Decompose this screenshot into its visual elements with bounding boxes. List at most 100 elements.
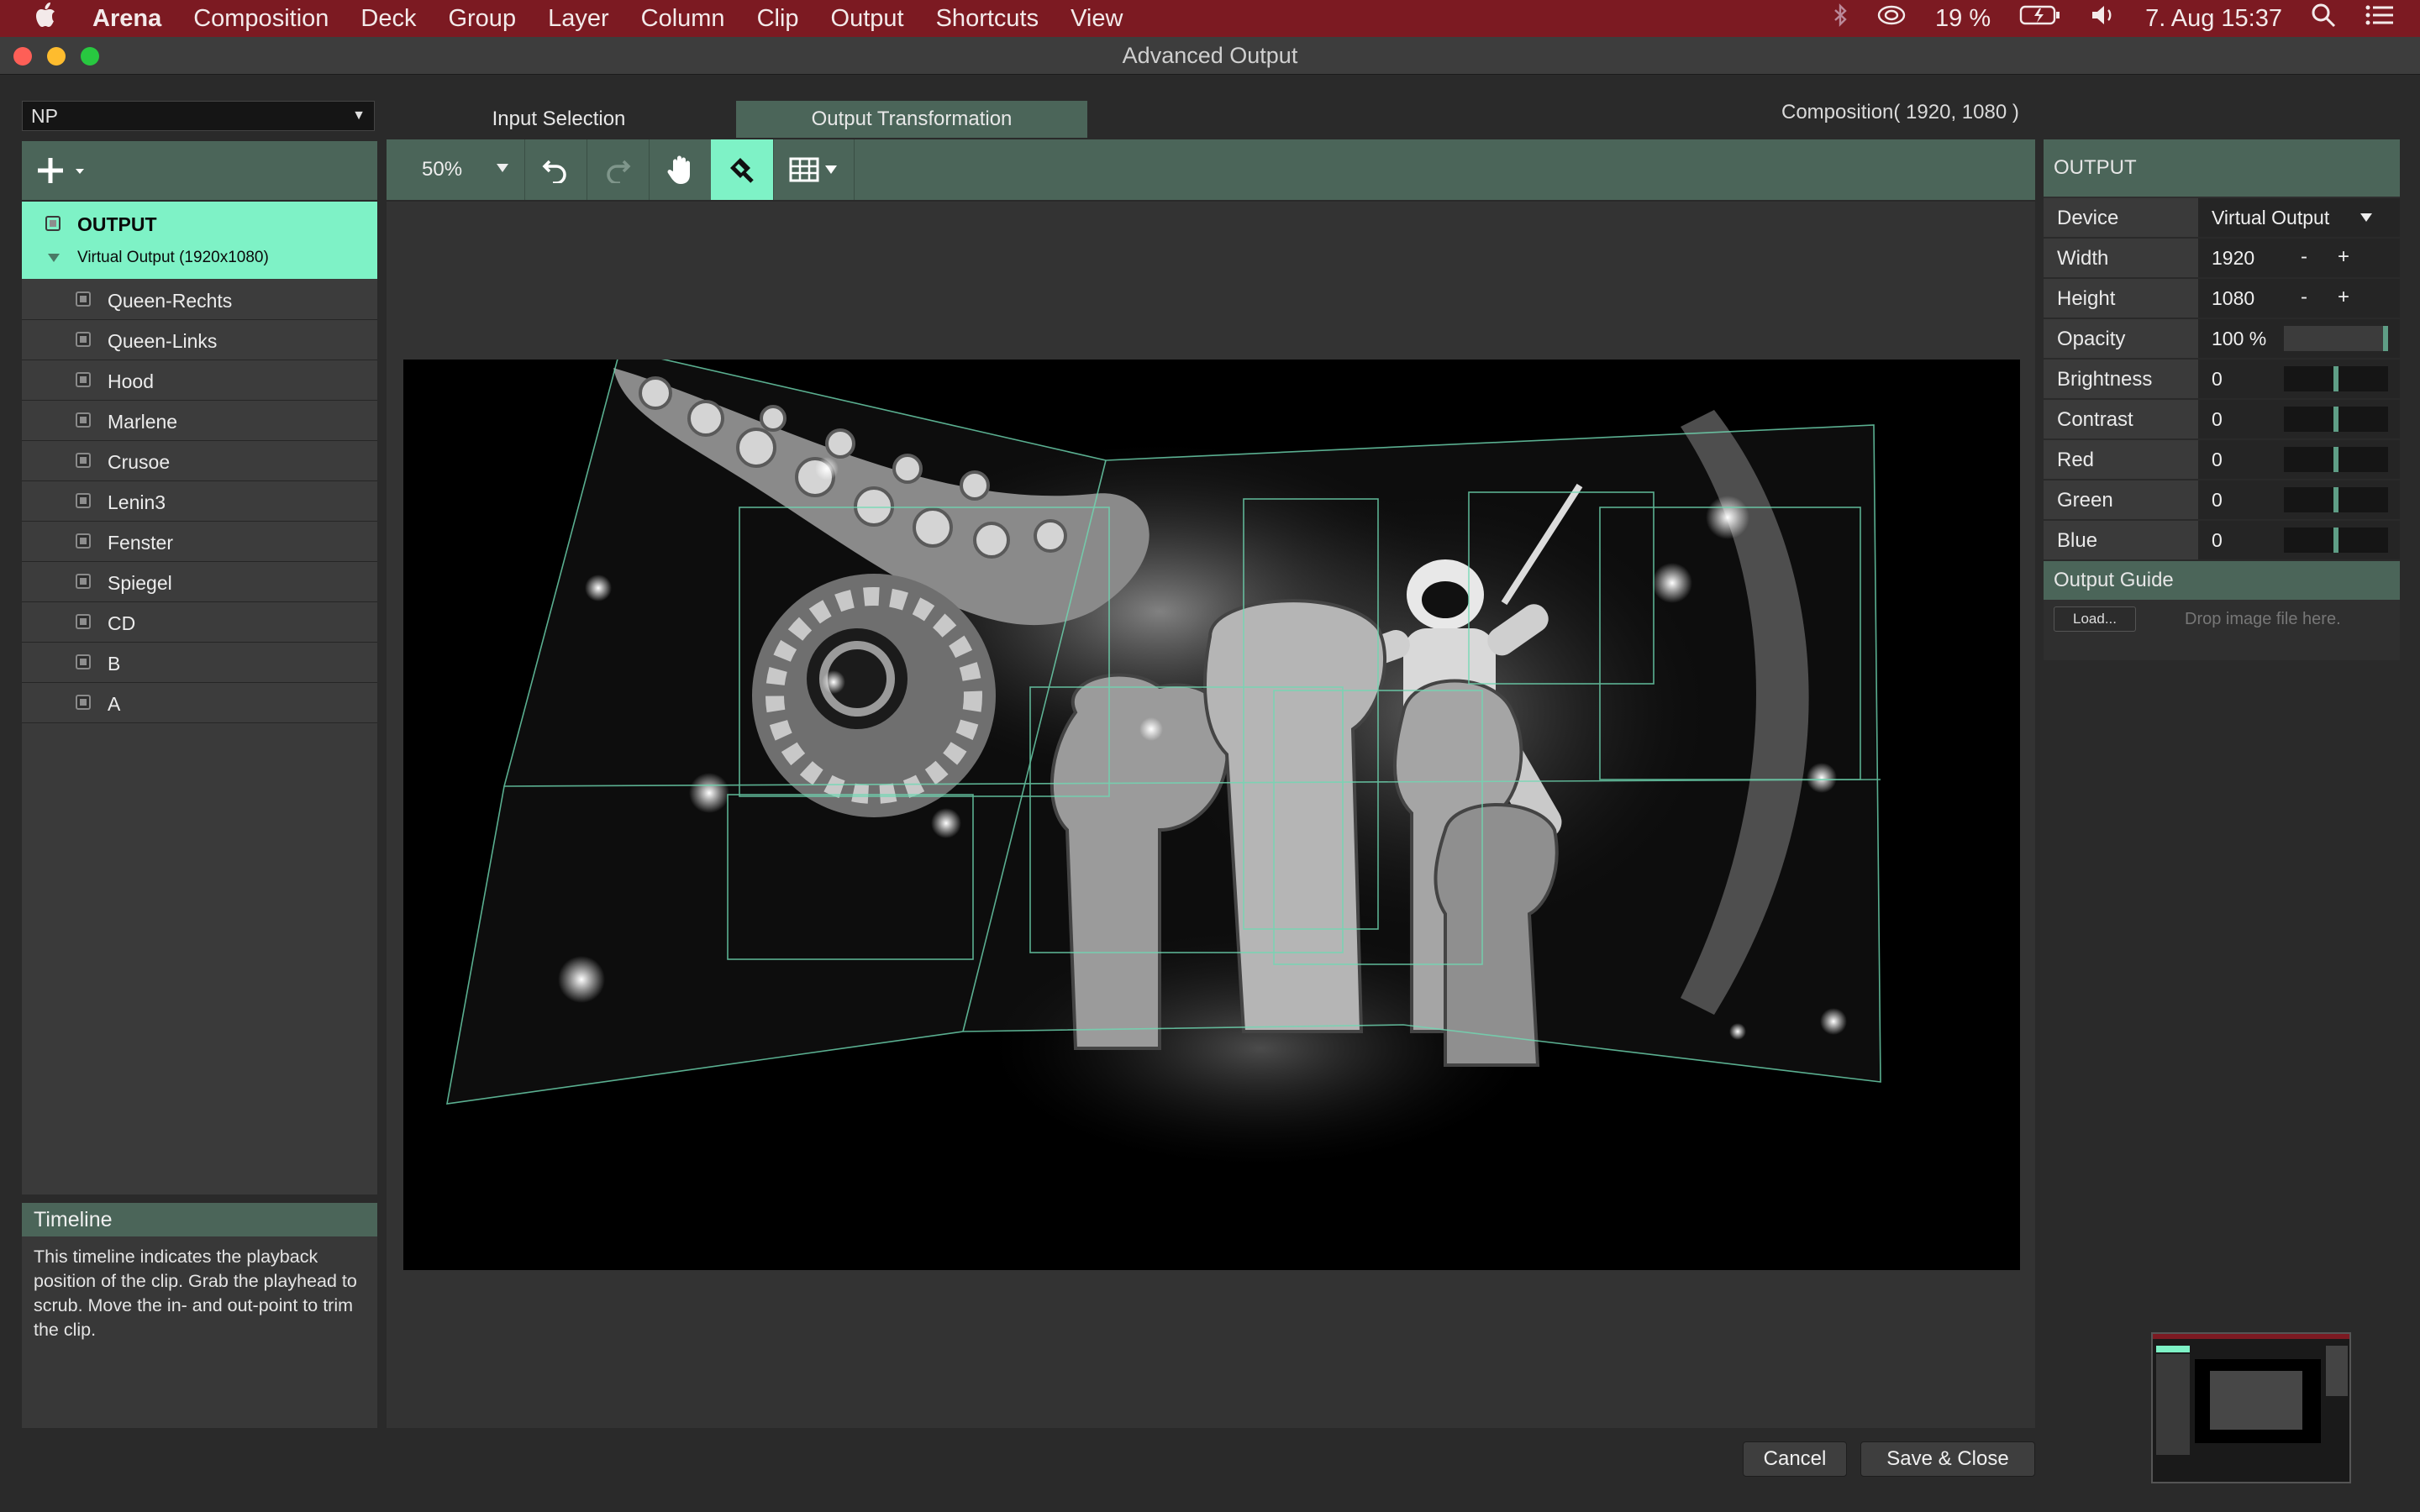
slice-row[interactable]: Marlene	[22, 401, 377, 441]
brightness-row: Brightness 0	[2044, 360, 2400, 400]
red-slider[interactable]	[2284, 447, 2388, 472]
slice-row[interactable]: Lenin3	[22, 481, 377, 522]
width-value: 1920	[2212, 247, 2255, 269]
width-increment-button[interactable]: +	[2338, 245, 2349, 269]
slice-row[interactable]: Crusoe	[22, 441, 377, 481]
output-guide-title: Output Guide	[2044, 561, 2400, 600]
slider-knob[interactable]	[2333, 487, 2338, 512]
collapse-triangle-icon[interactable]	[47, 252, 60, 267]
creative-cloud-icon[interactable]	[1876, 3, 1907, 34]
slice-checkbox[interactable]	[76, 533, 91, 549]
slice-checkbox[interactable]	[76, 493, 91, 508]
output-guide-row: Load... Drop image file here.	[2044, 600, 2400, 637]
slice-label: Lenin3	[108, 491, 166, 513]
notification-center-icon[interactable]	[2365, 4, 2395, 33]
menu-column[interactable]: Column	[641, 5, 725, 33]
slice-checkbox[interactable]	[76, 332, 91, 347]
slice-checkbox[interactable]	[76, 695, 91, 710]
slice-toolbar	[22, 141, 377, 200]
menu-view[interactable]: View	[1071, 5, 1123, 33]
slice-label: Crusoe	[108, 451, 171, 473]
menu-layer[interactable]: Layer	[548, 5, 609, 33]
transform-tool-button[interactable]	[711, 139, 774, 200]
output-preview[interactable]	[403, 349, 2020, 1270]
apple-icon[interactable]	[34, 1, 67, 36]
slice-row[interactable]: Queen-Rechts	[22, 280, 377, 320]
height-increment-button[interactable]: +	[2338, 286, 2349, 309]
slice-row[interactable]: Spiegel	[22, 562, 377, 602]
menu-shortcuts[interactable]: Shortcuts	[936, 5, 1039, 33]
menu-group[interactable]: Group	[448, 5, 516, 33]
opacity-label: Opacity	[2057, 328, 2126, 350]
slice-row[interactable]: CD	[22, 602, 377, 643]
contrast-value: 0	[2212, 408, 2223, 430]
app-menu[interactable]: Arena	[92, 5, 161, 33]
spotlight-search-icon[interactable]	[2311, 3, 2336, 34]
tab-output-transformation[interactable]: Output Transformation	[736, 101, 1087, 138]
window-thumbnail[interactable]	[2151, 1332, 2351, 1483]
menu-composition[interactable]: Composition	[193, 5, 329, 33]
timeline-help-text: This timeline indicates the playback pos…	[22, 1236, 377, 1428]
slice-checkbox[interactable]	[76, 654, 91, 669]
slider-knob[interactable]	[2333, 366, 2338, 391]
battery-icon[interactable]	[2019, 4, 2061, 33]
slider-knob[interactable]	[2333, 528, 2338, 553]
output-node[interactable]: OUTPUT Virtual Output (1920x1080)	[22, 202, 377, 279]
device-select[interactable]: Virtual Output	[2198, 198, 2400, 237]
slice-label: Queen-Links	[108, 330, 218, 352]
opacity-slider[interactable]	[2284, 326, 2388, 351]
volume-icon[interactable]	[2090, 3, 2117, 34]
contrast-slider[interactable]	[2284, 407, 2388, 432]
zoom-select[interactable]: 50%	[387, 139, 525, 200]
guide-drop-zone[interactable]: Drop image file here.	[2185, 610, 2341, 629]
green-label: Green	[2057, 489, 2113, 512]
slice-row[interactable]: Hood	[22, 360, 377, 401]
pan-tool-button[interactable]	[649, 139, 712, 200]
undo-button[interactable]	[524, 139, 587, 200]
slice-label: Queen-Rechts	[108, 290, 233, 312]
close-window-button[interactable]	[13, 47, 32, 66]
slice-checkbox[interactable]	[76, 291, 91, 307]
menu-deck[interactable]: Deck	[360, 5, 416, 33]
height-field[interactable]: 1080	[2198, 279, 2400, 318]
output-checkbox[interactable]	[45, 216, 60, 231]
clock[interactable]: 7. Aug 15:37	[2145, 5, 2282, 33]
add-slice-button[interactable]	[37, 155, 91, 188]
brightness-slider[interactable]	[2284, 366, 2388, 391]
grid-options-button[interactable]	[773, 139, 855, 200]
slice-row[interactable]: Fenster	[22, 522, 377, 562]
height-decrement-button[interactable]: -	[2301, 286, 2307, 309]
slice-row[interactable]: Queen-Links	[22, 320, 377, 360]
slice-checkbox[interactable]	[76, 574, 91, 589]
preset-select[interactable]: NP ▼	[22, 101, 375, 131]
slider-knob[interactable]	[2333, 447, 2338, 472]
minimize-window-button[interactable]	[47, 47, 66, 66]
slider-knob[interactable]	[2333, 407, 2338, 432]
zoom-window-button[interactable]	[81, 47, 99, 66]
slice-checkbox[interactable]	[76, 412, 91, 428]
device-value: Virtual Output	[2212, 207, 2330, 228]
menu-clip[interactable]: Clip	[757, 5, 799, 33]
slice-checkbox[interactable]	[76, 372, 91, 387]
chevron-down-icon	[825, 165, 837, 174]
save-close-button[interactable]: Save & Close	[1860, 1441, 2035, 1477]
green-slider[interactable]	[2284, 487, 2388, 512]
slice-checkbox[interactable]	[76, 614, 91, 629]
bluetooth-icon[interactable]	[1833, 3, 1848, 34]
slider-knob[interactable]	[2383, 326, 2388, 351]
slice-row[interactable]: A	[22, 683, 377, 723]
load-guide-button[interactable]: Load...	[2054, 606, 2136, 632]
blue-slider[interactable]	[2284, 528, 2388, 553]
cancel-button[interactable]: Cancel	[1743, 1441, 1847, 1477]
slice-checkbox[interactable]	[76, 453, 91, 468]
menu-output[interactable]: Output	[831, 5, 904, 33]
width-decrement-button[interactable]: -	[2301, 245, 2307, 269]
width-field[interactable]: 1920	[2198, 239, 2400, 277]
redo-button[interactable]	[587, 139, 650, 200]
device-row: Device Virtual Output	[2044, 198, 2400, 239]
slice-row[interactable]: B	[22, 643, 377, 683]
zoom-value: 50%	[422, 158, 463, 181]
tab-input-selection[interactable]: Input Selection	[387, 101, 731, 138]
slice-label: CD	[108, 612, 136, 634]
transform-tool-icon	[730, 158, 754, 183]
